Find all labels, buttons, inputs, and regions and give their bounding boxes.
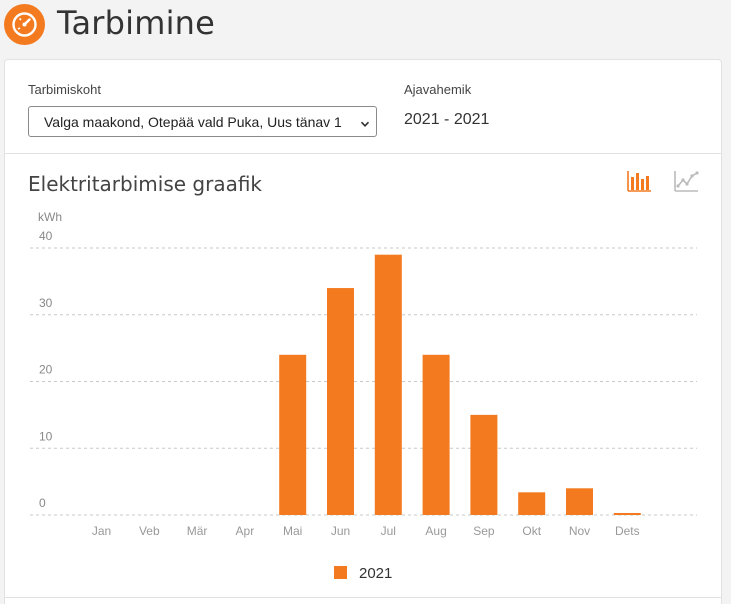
x-tick-label: Nov <box>569 524 590 538</box>
bar-dets <box>613 512 641 515</box>
y-tick-label: 40 <box>39 229 53 243</box>
x-tick-label: Apr <box>236 524 255 538</box>
y-tick-label: 0 <box>39 496 46 510</box>
x-tick-label: Jun <box>331 524 350 538</box>
bar-jul <box>374 254 402 516</box>
bar-jun <box>327 288 354 515</box>
y-tick-label: 10 <box>39 429 53 443</box>
x-tick-label: Aug <box>425 524 446 538</box>
x-tick-label: Mär <box>187 524 208 538</box>
bar-aug <box>422 354 450 515</box>
x-tick-label: Mai <box>283 524 302 538</box>
x-tick-label: Veb <box>139 524 160 538</box>
x-tick-label: Okt <box>522 524 541 538</box>
x-tick-label: Sep <box>473 524 495 538</box>
bar-nov <box>566 488 593 515</box>
y-tick-label: 20 <box>39 363 53 377</box>
legend-label: 2021 <box>359 565 392 582</box>
x-tick-label: Dets <box>615 524 640 538</box>
consumption-chart: kWh 0 10 20 30 40 Jan Veb Mär Apr Mai Jun Jul Aug Sep O… <box>30 210 697 582</box>
y-tick-label: 30 <box>39 296 53 310</box>
bar-mai <box>279 354 307 515</box>
x-tick-label: Jan <box>92 524 111 538</box>
bar-okt <box>518 492 546 515</box>
bar-sep <box>470 414 498 515</box>
x-tick-label: Jul <box>381 524 396 538</box>
legend-swatch <box>334 566 347 579</box>
y-axis-label: kWh <box>38 210 62 224</box>
